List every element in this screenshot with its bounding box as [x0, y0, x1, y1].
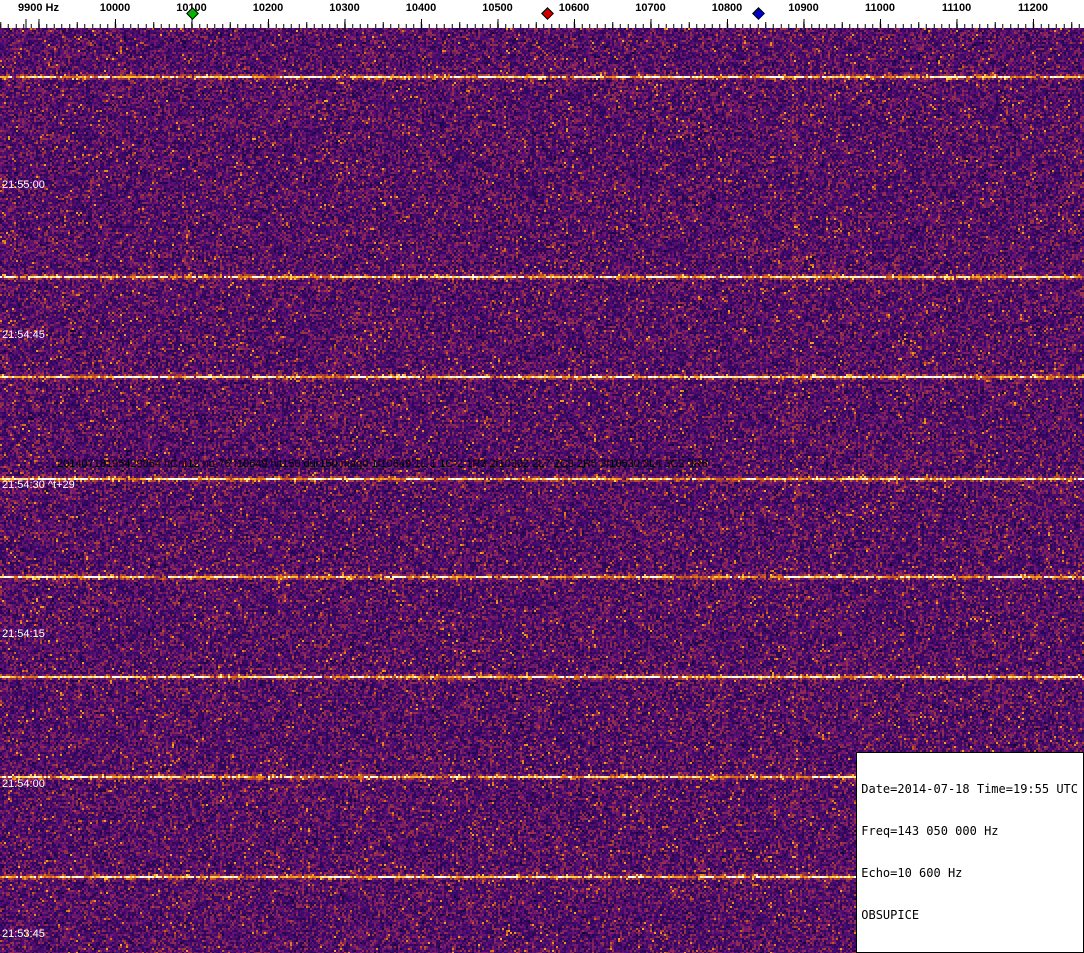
- freq-tick-label: 10300: [329, 2, 360, 14]
- time-tick-label: 21:55:00: [2, 179, 45, 191]
- time-tick-label: 21:54:00: [2, 778, 45, 790]
- info-echo: Echo=10 600 Hz: [861, 866, 1078, 880]
- freq-tick-label: 9900 Hz: [18, 2, 59, 14]
- spectrogram-area[interactable]: 21:55:00 21:54:45 21:54:30 ^t+29 21:54:15 21…: [0, 28, 1084, 953]
- time-tick-label: 21:54:30 ^t+29: [2, 479, 75, 491]
- freq-tick-label: 10900: [788, 2, 819, 14]
- freq-tick-label: 10500: [482, 2, 513, 14]
- observation-info-box: Date=2014-07-18 Time=19:55 UTC Freq=143 …: [856, 752, 1084, 953]
- freq-tick-label: 11200: [1018, 2, 1048, 14]
- info-frequency: Freq=143 050 000 Hz: [861, 824, 1078, 838]
- time-tick-label: 21:54:45: [2, 329, 45, 341]
- freq-tick-label: 10700: [635, 2, 666, 14]
- freq-tick-label: 10600: [559, 2, 590, 14]
- meteor-spectrogram-app: 9900 Hz100001010010200103001040010500106…: [0, 0, 1084, 953]
- meteor-detection-annotation: 20140718195429864 hCnt12 nb-76 f10649 hi…: [57, 458, 708, 470]
- ruler-mid-ticks: [0, 22, 1084, 28]
- time-tick-label: 21:54:15: [2, 628, 45, 640]
- ruler-minor-ticks: [0, 24, 1084, 28]
- ruler-major-ticks: [0, 19, 1084, 28]
- info-station: OBSUPICE: [861, 908, 1078, 922]
- freq-tick-label: 11000: [865, 2, 895, 14]
- frequency-ruler: 9900 Hz100001010010200103001040010500106…: [0, 0, 1084, 28]
- freq-tick-label: 10800: [712, 2, 743, 14]
- freq-tick-label: 10000: [100, 2, 131, 14]
- info-date-time: Date=2014-07-18 Time=19:55 UTC: [861, 782, 1078, 796]
- freq-tick-label: 10200: [253, 2, 284, 14]
- blue-marker-diamond[interactable]: [752, 7, 765, 20]
- freq-tick-label: 10400: [406, 2, 437, 14]
- red-marker-diamond[interactable]: [541, 7, 554, 20]
- time-tick-label: 21:53:45: [2, 928, 45, 940]
- freq-tick-label: 11100: [942, 2, 971, 14]
